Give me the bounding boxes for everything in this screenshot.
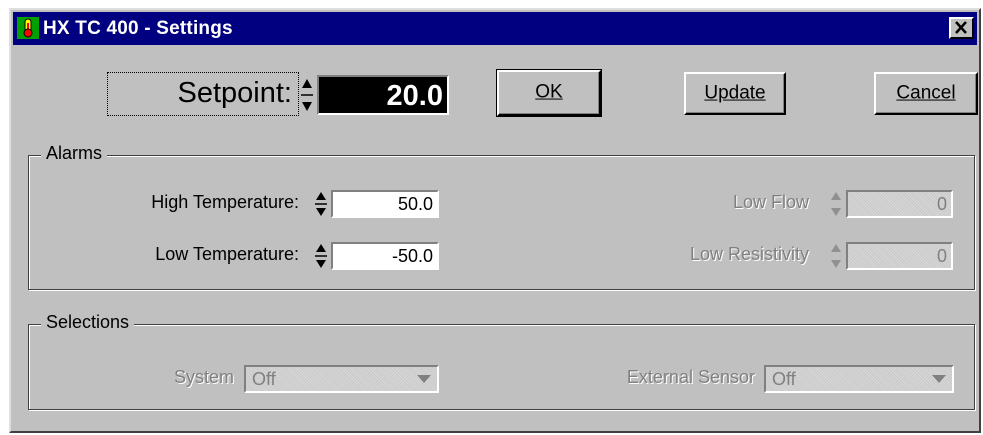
dropdown-arrow-icon bbox=[932, 375, 946, 383]
cancel-button-label: Cancel bbox=[896, 82, 956, 104]
dropdown-arrow-icon bbox=[417, 375, 431, 383]
high-temperature-spinner[interactable] bbox=[314, 190, 328, 218]
setpoint-spinner[interactable] bbox=[300, 76, 314, 114]
low-resistivity-spinner bbox=[829, 242, 843, 270]
spin-up-down-icon bbox=[315, 244, 327, 268]
low-flow-input: 0 bbox=[846, 190, 953, 218]
close-icon bbox=[955, 21, 967, 34]
low-temperature-input[interactable]: -50.0 bbox=[331, 242, 439, 270]
thermometer-icon bbox=[17, 17, 39, 39]
spin-up-down-icon bbox=[300, 76, 314, 114]
high-temperature-label: High Temperature: bbox=[151, 192, 299, 212]
spin-up-down-icon bbox=[831, 244, 841, 268]
update-button[interactable]: Update bbox=[684, 72, 786, 115]
low-resistivity-label: Low Resistivity bbox=[689, 244, 809, 264]
system-select: Off bbox=[244, 365, 439, 393]
external-sensor-label: External Sensor bbox=[626, 367, 755, 387]
update-button-label: Update bbox=[704, 82, 766, 104]
alarms-legend: Alarms bbox=[41, 143, 108, 164]
system-label: System bbox=[173, 367, 234, 387]
close-button[interactable] bbox=[949, 17, 974, 39]
window-title: HX TC 400 - Settings bbox=[43, 18, 233, 39]
low-temperature-label: Low Temperature: bbox=[155, 244, 299, 264]
external-sensor-select-value: Off bbox=[772, 369, 796, 389]
settings-dialog: HX TC 400 - Settings Setpoint: 20.0 OK U… bbox=[9, 8, 981, 433]
low-flow-label: Low Flow bbox=[732, 192, 809, 212]
low-flow-spinner bbox=[829, 190, 843, 218]
selections-legend: Selections bbox=[41, 312, 135, 333]
setpoint-label: Setpoint: bbox=[107, 72, 299, 116]
cancel-button[interactable]: Cancel bbox=[874, 72, 978, 115]
title-bar[interactable]: HX TC 400 - Settings bbox=[13, 12, 977, 45]
spin-up-down-icon bbox=[315, 192, 327, 216]
low-resistivity-input: 0 bbox=[846, 242, 953, 270]
external-sensor-select: Off bbox=[764, 365, 954, 393]
system-select-value: Off bbox=[252, 369, 276, 389]
ok-button-label: OK bbox=[535, 81, 563, 103]
spin-up-down-icon bbox=[831, 192, 841, 216]
low-temperature-spinner[interactable] bbox=[314, 242, 328, 270]
high-temperature-input[interactable]: 50.0 bbox=[331, 190, 439, 218]
setpoint-input[interactable]: 20.0 bbox=[317, 75, 449, 115]
ok-button[interactable]: OK bbox=[496, 69, 602, 117]
